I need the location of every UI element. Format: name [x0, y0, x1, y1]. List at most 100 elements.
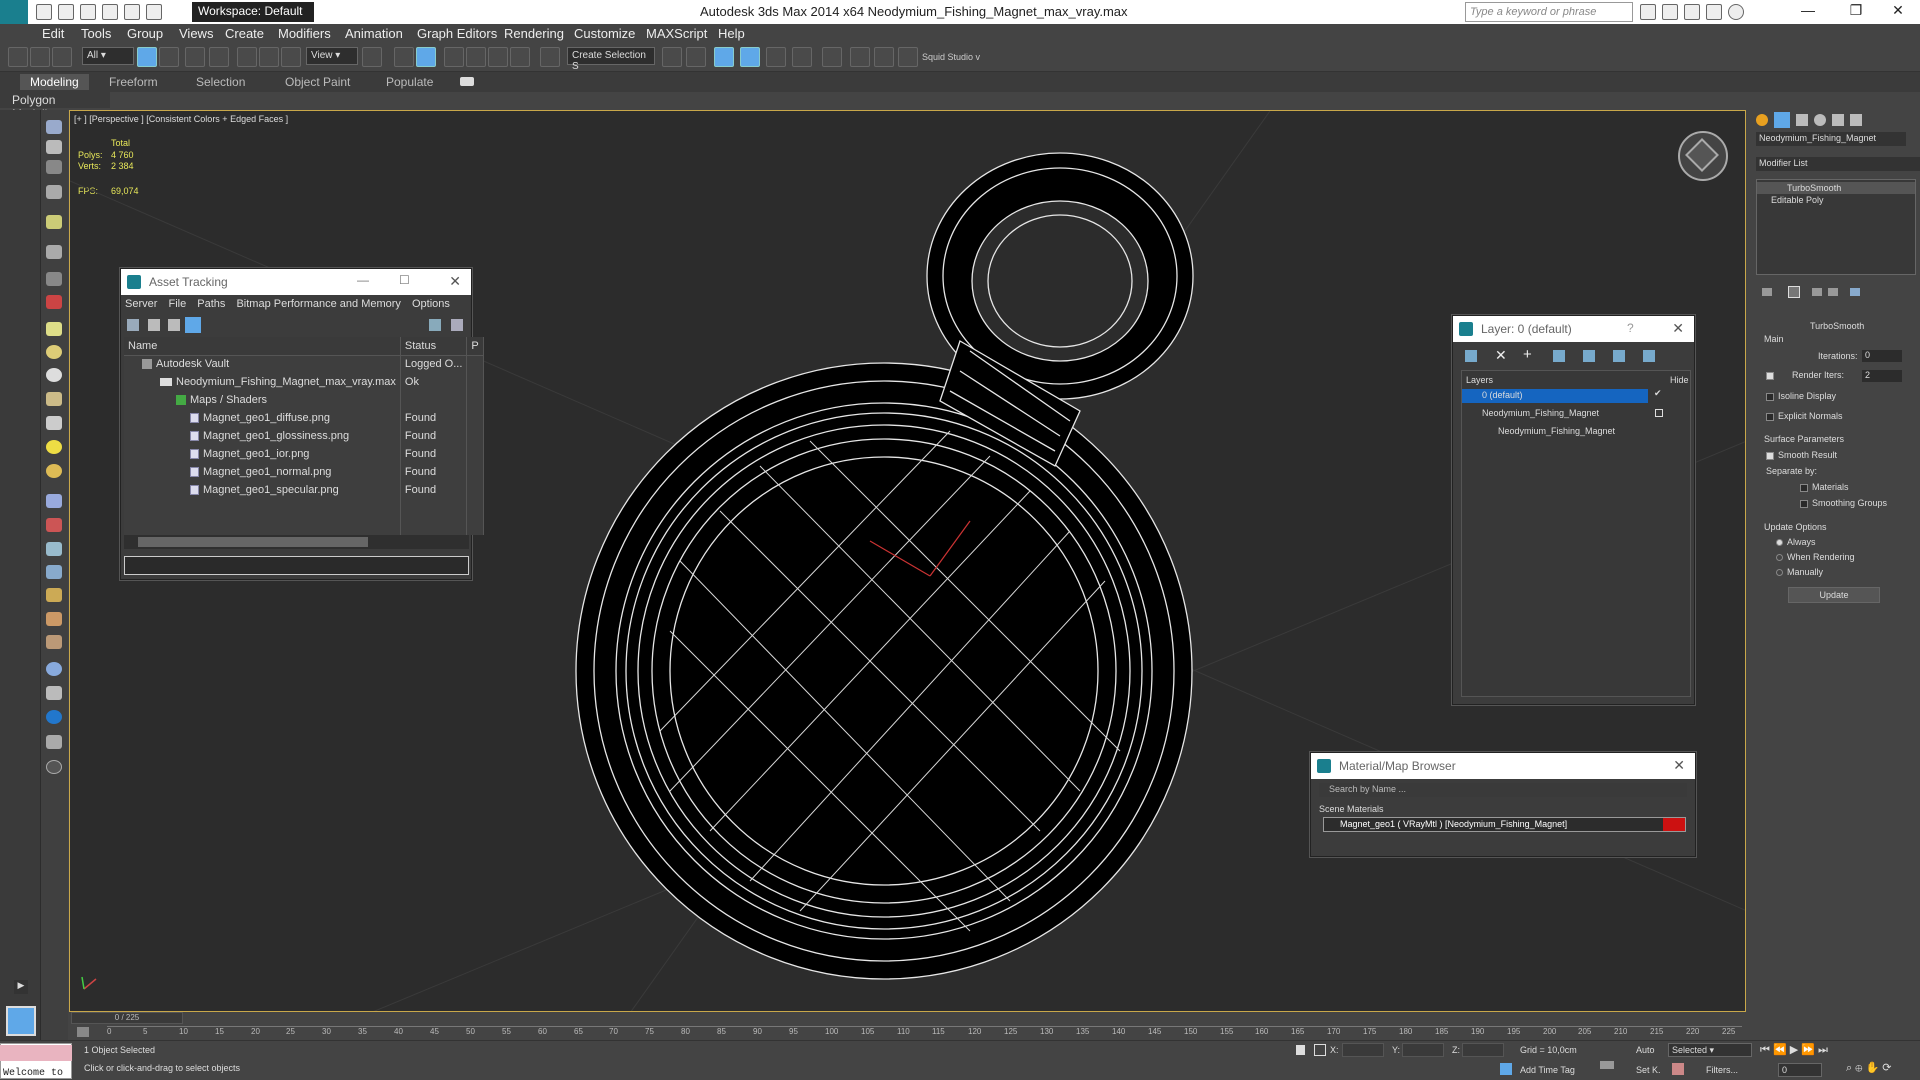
go-to-start-icon[interactable]: ⏮ — [1760, 1044, 1770, 1056]
col-path[interactable]: P — [466, 337, 484, 356]
layer-manager-icon[interactable] — [714, 47, 734, 67]
menu-paths[interactable]: Paths — [197, 298, 225, 310]
keyboard-shortcut-override-icon[interactable] — [416, 47, 436, 67]
menu-rendering[interactable]: Rendering — [504, 26, 564, 41]
close-icon[interactable]: ✕ — [1673, 757, 1685, 774]
show-end-result-icon[interactable] — [1788, 286, 1800, 298]
sort-icon[interactable] — [46, 160, 62, 174]
material-editor-icon[interactable] — [822, 47, 842, 67]
maxscript-pink-bar[interactable] — [0, 1045, 72, 1061]
material-browser-header[interactable]: Material/Map Browser ✕ — [1311, 753, 1695, 779]
zoom-all-icon[interactable]: ⊕ — [1855, 1062, 1862, 1074]
time-slider[interactable]: 0 / 225 — [71, 1012, 183, 1024]
table-row[interactable]: Magnet_geo1_specular.png Found — [124, 481, 484, 499]
bind-space-warp-icon[interactable] — [52, 47, 72, 67]
smooth-result-row[interactable]: Smooth Result — [1766, 450, 1837, 460]
menu-views[interactable]: Views — [179, 26, 213, 41]
menu-maxscript[interactable]: MAXScript — [646, 26, 707, 41]
table-row[interactable]: Magnet_geo1_diffuse.png Found — [124, 409, 484, 427]
menu-modifiers[interactable]: Modifiers — [278, 26, 331, 41]
layer-row-magnet[interactable]: Neodymium_Fishing_Magnet — [1462, 407, 1648, 421]
named-selection-dropdown[interactable]: Create Selection S — [567, 47, 655, 72]
select-by-name-icon[interactable] — [159, 47, 179, 67]
isoline-checkbox[interactable] — [1766, 392, 1774, 401]
unlink-icon[interactable] — [30, 47, 50, 67]
smoothing-groups-row[interactable]: Smoothing Groups — [1800, 498, 1887, 508]
update-button[interactable]: Update — [1788, 587, 1880, 603]
refresh-icon[interactable] — [127, 319, 139, 331]
selected-dropdown[interactable]: Selected ▾ — [1668, 1043, 1752, 1057]
stack-item-editable-poly[interactable]: Editable Poly — [1757, 194, 1915, 206]
menu-customize[interactable]: Customize — [574, 26, 635, 41]
table-row[interactable]: Maps / Shaders — [124, 391, 484, 409]
close-button[interactable]: ✕ — [1880, 2, 1916, 22]
create-tab-icon[interactable] — [1756, 114, 1768, 126]
selection-filter-dropdown[interactable]: All ▾ — [82, 47, 134, 65]
when-rendering-radio[interactable] — [1776, 554, 1783, 562]
render-icon[interactable] — [46, 686, 62, 700]
z-coordinate-field[interactable] — [1462, 1043, 1504, 1057]
tab-populate[interactable]: Populate — [376, 74, 443, 90]
redo-icon[interactable] — [124, 4, 140, 20]
communication-icon[interactable] — [1684, 4, 1700, 20]
render-iters-spinner[interactable]: 2 — [1862, 370, 1902, 382]
remove-modifier-icon[interactable] — [1828, 288, 1838, 296]
cylinder-icon[interactable] — [46, 368, 62, 382]
current-frame-field[interactable]: 0 — [1778, 1063, 1822, 1077]
add-to-layer-icon[interactable]: + — [1523, 346, 1532, 363]
globe-icon[interactable] — [46, 662, 62, 676]
sphere-small-icon[interactable] — [46, 464, 62, 478]
lock-icon[interactable] — [1296, 1045, 1305, 1055]
menu-edit[interactable]: Edit — [42, 26, 64, 41]
table-row[interactable]: Autodesk Vault Logged O... — [124, 355, 484, 373]
particle-icon[interactable] — [46, 565, 62, 579]
scroll-thumb[interactable] — [138, 537, 368, 547]
play-icon[interactable]: ▶ — [1790, 1044, 1798, 1056]
object-name-field[interactable]: Neodymium_Fishing_Magnet — [1756, 132, 1906, 146]
link-icon[interactable] — [8, 47, 28, 67]
helpers-icon[interactable] — [46, 494, 62, 508]
make-unique-icon[interactable] — [1812, 288, 1822, 296]
filters-button[interactable]: Filters... — [1706, 1065, 1738, 1075]
scale-icon[interactable] — [281, 47, 301, 67]
systems-icon[interactable] — [46, 542, 62, 556]
table-row[interactable]: Magnet_geo1_normal.png Found — [124, 463, 484, 481]
time-tag-icon[interactable] — [1500, 1063, 1512, 1075]
sphere-icon[interactable] — [46, 345, 62, 359]
scene-icon[interactable] — [46, 735, 62, 749]
table-row[interactable]: Magnet_geo1_ior.png Found — [124, 445, 484, 463]
table-view-icon[interactable] — [168, 319, 180, 331]
mini-listener-icon[interactable] — [6, 1006, 36, 1036]
binoculars-icon[interactable] — [1640, 4, 1656, 20]
mirror-icon[interactable] — [662, 47, 682, 67]
iterations-spinner[interactable]: 0 — [1862, 350, 1902, 362]
x-coordinate-field[interactable] — [1342, 1043, 1384, 1057]
always-row[interactable]: Always — [1776, 537, 1816, 547]
grid-view-icon[interactable] — [185, 317, 201, 333]
list-view-icon[interactable] — [148, 319, 160, 331]
delete-layer-icon[interactable]: ✕ — [1495, 347, 1507, 364]
spinner-snap-icon[interactable] — [510, 47, 530, 67]
help-icon[interactable]: ? — [1627, 321, 1634, 335]
material-item[interactable]: Magnet_geo1 ( VRayMtl ) [Neodymium_Fishi… — [1323, 817, 1686, 832]
app-logo-icon[interactable] — [0, 0, 28, 24]
manually-radio[interactable] — [1776, 569, 1783, 577]
maximize-button[interactable]: ❐ — [1838, 2, 1874, 22]
select-object-icon[interactable] — [137, 47, 157, 67]
set-key-button[interactable]: Set K. — [1636, 1065, 1661, 1075]
path-field[interactable] — [124, 556, 469, 575]
freeze-all-icon[interactable] — [1643, 350, 1655, 362]
layer-active-box-icon[interactable] — [1655, 409, 1663, 417]
previous-frame-icon[interactable]: ⏪ — [1773, 1044, 1787, 1056]
filter-icon[interactable] — [46, 245, 62, 259]
box-icon[interactable] — [46, 322, 62, 336]
frame-ruler[interactable]: 0 5 10 15 20 25 30 35 40 45 50 55 60 65 70 75 80 85 90 95 10… — [107, 1026, 1742, 1038]
open-file-icon[interactable] — [58, 4, 74, 20]
render-production-icon[interactable] — [898, 47, 918, 67]
table-row[interactable]: Neodymium_Fishing_Magnet_max_vray.max Ok — [124, 373, 484, 391]
render-setup-icon[interactable] — [850, 47, 870, 67]
pin-stack-icon[interactable] — [1762, 288, 1772, 296]
utilities-tab-icon[interactable] — [1850, 114, 1862, 126]
asset-tracking-header[interactable]: Asset Tracking — ☐ ✕ — [121, 269, 471, 295]
layer-explorer-icon[interactable] — [46, 140, 62, 154]
